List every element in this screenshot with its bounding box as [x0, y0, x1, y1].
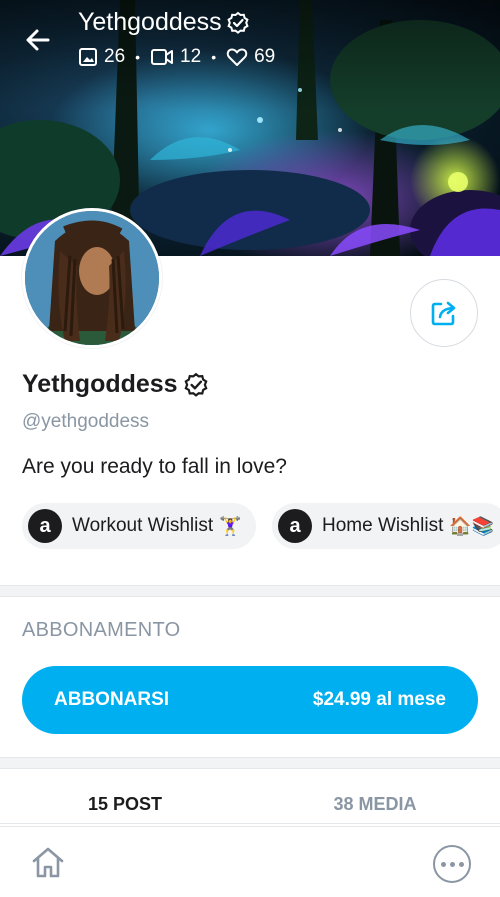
videos-count: 12: [180, 46, 202, 67]
section-divider: [0, 757, 500, 769]
likes-count: 69: [254, 46, 276, 67]
chip-label: Home Wishlist: [322, 515, 444, 536]
more-options-icon[interactable]: [433, 845, 471, 883]
likes-stat: 69: [226, 46, 275, 68]
profile-name: Yethgoddess: [22, 370, 209, 399]
verified-badge-icon: [227, 11, 249, 34]
heart-icon: [226, 48, 248, 66]
header-title-text: Yethgoddess: [78, 8, 222, 36]
top-bar: Yethgoddess 26 • 12 • 69: [0, 0, 500, 90]
amazon-icon: a: [28, 509, 62, 543]
profile-bio: Are you ready to fall in love?: [22, 455, 287, 478]
header-stats: 26 • 12 • 69: [78, 46, 275, 68]
bottom-navigation: [0, 826, 500, 897]
tab-media[interactable]: 38 MEDIA: [250, 776, 500, 826]
share-button[interactable]: [410, 279, 478, 347]
photos-stat: 26: [78, 46, 125, 68]
chip-emoji: 🏠📚: [449, 515, 495, 536]
subscribe-button-label: ABBONARSI: [54, 689, 170, 710]
avatar[interactable]: [22, 208, 162, 348]
avatar-photo: [25, 211, 159, 345]
photos-count: 26: [104, 46, 126, 67]
share-icon: [431, 301, 456, 326]
wishlist-links: a Workout Wishlist 🏋️‍♀️ a Home Wishlist…: [22, 503, 500, 549]
home-icon[interactable]: [28, 843, 68, 883]
back-arrow-icon[interactable]: [22, 24, 54, 56]
amazon-icon: a: [278, 509, 312, 543]
chip-emoji: 🏋️‍♀️: [219, 515, 242, 536]
verified-badge-icon: [184, 372, 208, 397]
profile-handle: @yethgoddess: [22, 411, 150, 432]
videos-stat: 12: [150, 46, 201, 68]
subscribe-button[interactable]: ABBONARSI $24.99 al mese: [22, 666, 478, 734]
tabs-underline: [0, 823, 500, 824]
subscribe-price: $24.99 al mese: [312, 689, 446, 710]
profile-name-text: Yethgoddess: [22, 370, 178, 398]
section-divider: [0, 585, 500, 597]
video-icon: [151, 49, 174, 65]
header-title: Yethgoddess: [78, 8, 250, 37]
chip-label: Workout Wishlist: [72, 515, 214, 536]
subscription-section-title: ABBONAMENTO: [22, 619, 181, 641]
tab-posts[interactable]: 15 POST: [0, 776, 250, 826]
wishlist-chip-home[interactable]: a Home Wishlist 🏠📚: [272, 503, 500, 549]
content-tabs: 15 POST 38 MEDIA: [0, 776, 500, 826]
wishlist-chip-workout[interactable]: a Workout Wishlist 🏋️‍♀️: [22, 503, 256, 549]
image-icon: [79, 48, 97, 66]
